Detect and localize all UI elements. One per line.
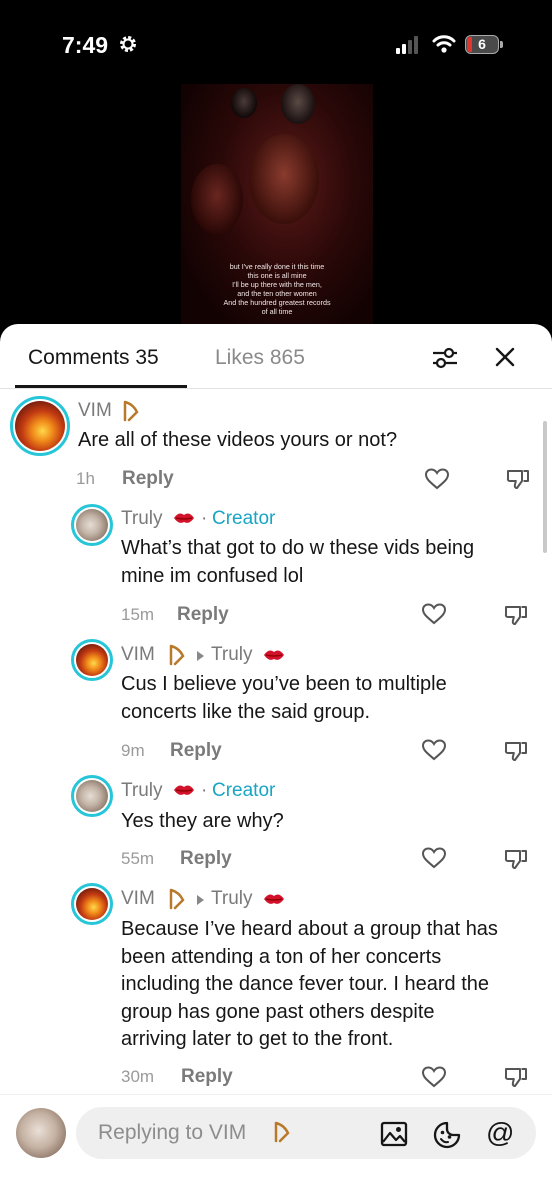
signal-icon (396, 36, 418, 54)
kiss-emoji-icon (264, 894, 284, 904)
comment-author[interactable]: VIM (121, 644, 155, 666)
heart-icon[interactable] (424, 467, 450, 491)
wifi-icon (432, 35, 456, 53)
comment-text: Because I’ve heard about a group that ha… (121, 918, 498, 1050)
video-thumbnail[interactable]: but I've really done it this time this o… (181, 84, 373, 329)
avatar[interactable] (71, 504, 113, 546)
comment-input[interactable]: Replying to VIM @ (76, 1107, 536, 1159)
dislike-icon[interactable] (503, 847, 529, 871)
kiss-emoji-icon (174, 785, 194, 795)
comment-time: 9m (121, 741, 145, 760)
reply-to-name[interactable]: Truly (211, 644, 253, 666)
comment-author[interactable]: Truly (121, 508, 163, 530)
comment-author[interactable]: VIM (121, 888, 155, 910)
reply-to-name[interactable]: Truly (211, 888, 253, 910)
reply-button[interactable]: Reply (177, 604, 229, 626)
avatar[interactable] (10, 396, 70, 456)
comment-item: VIM Are all of these videos yours or not… (0, 324, 552, 499)
dislike-icon[interactable] (503, 1065, 529, 1089)
reply-button[interactable]: Reply (122, 468, 174, 490)
comment-text: Yes they are why? (121, 810, 284, 832)
creator-badge: Creator (212, 508, 276, 529)
comment-author[interactable]: Truly (121, 780, 163, 802)
comment-text: Are all of these videos yours or not? (78, 429, 398, 451)
avatar[interactable] (71, 639, 113, 681)
separator-dot: · (201, 508, 208, 529)
comment-time: 1h (76, 469, 95, 488)
reply-arrow-icon (197, 895, 204, 905)
image-icon[interactable] (380, 1121, 408, 1147)
heart-icon[interactable] (421, 846, 447, 870)
clock: 7:49 (62, 32, 109, 58)
battery-indicator: 6 (465, 35, 503, 55)
reply-button[interactable]: Reply (181, 1066, 233, 1088)
dislike-icon[interactable] (505, 467, 531, 491)
comment-author[interactable]: VIM (78, 400, 112, 422)
heart-icon[interactable] (421, 1065, 447, 1089)
harp-emoji-icon (274, 1121, 290, 1143)
comment-text: Cus I believe you’ve been to multiple co… (121, 673, 447, 723)
harp-emoji-icon (169, 644, 185, 666)
video-caption: but I've really done it this time this o… (223, 262, 331, 316)
comment-input-bar: Replying to VIM @ (0, 1094, 552, 1201)
dislike-icon[interactable] (503, 603, 529, 627)
emoji-icon[interactable] (432, 1120, 462, 1150)
avatar[interactable] (71, 883, 113, 925)
reply-arrow-icon (197, 651, 204, 661)
kiss-emoji-icon (174, 513, 194, 523)
reply-button[interactable]: Reply (170, 740, 222, 762)
my-avatar (16, 1108, 66, 1158)
heart-icon[interactable] (421, 738, 447, 762)
mention-icon[interactable]: @ (486, 1117, 514, 1149)
comment-time: 30m (121, 1067, 155, 1086)
comment-time: 15m (121, 605, 155, 624)
separator-dot: · (201, 780, 208, 801)
heart-icon[interactable] (421, 602, 447, 626)
comment-text: What’s that got to do w these vids being… (121, 537, 475, 587)
harp-emoji-icon (123, 400, 139, 422)
gear-icon (120, 36, 136, 52)
comments-sheet: Comments 35 Likes 865 VIM Are all of the… (0, 324, 552, 1201)
avatar[interactable] (71, 775, 113, 817)
kiss-emoji-icon (264, 650, 284, 660)
status-bar: 7:49 6 (0, 0, 552, 80)
dislike-icon[interactable] (503, 739, 529, 763)
creator-badge: Creator (212, 780, 276, 801)
comment-time: 55m (121, 849, 155, 868)
input-placeholder: Replying to VIM (98, 1121, 247, 1144)
harp-emoji-icon (169, 888, 185, 910)
scrollbar[interactable] (543, 421, 547, 553)
reply-button[interactable]: Reply (180, 848, 232, 870)
